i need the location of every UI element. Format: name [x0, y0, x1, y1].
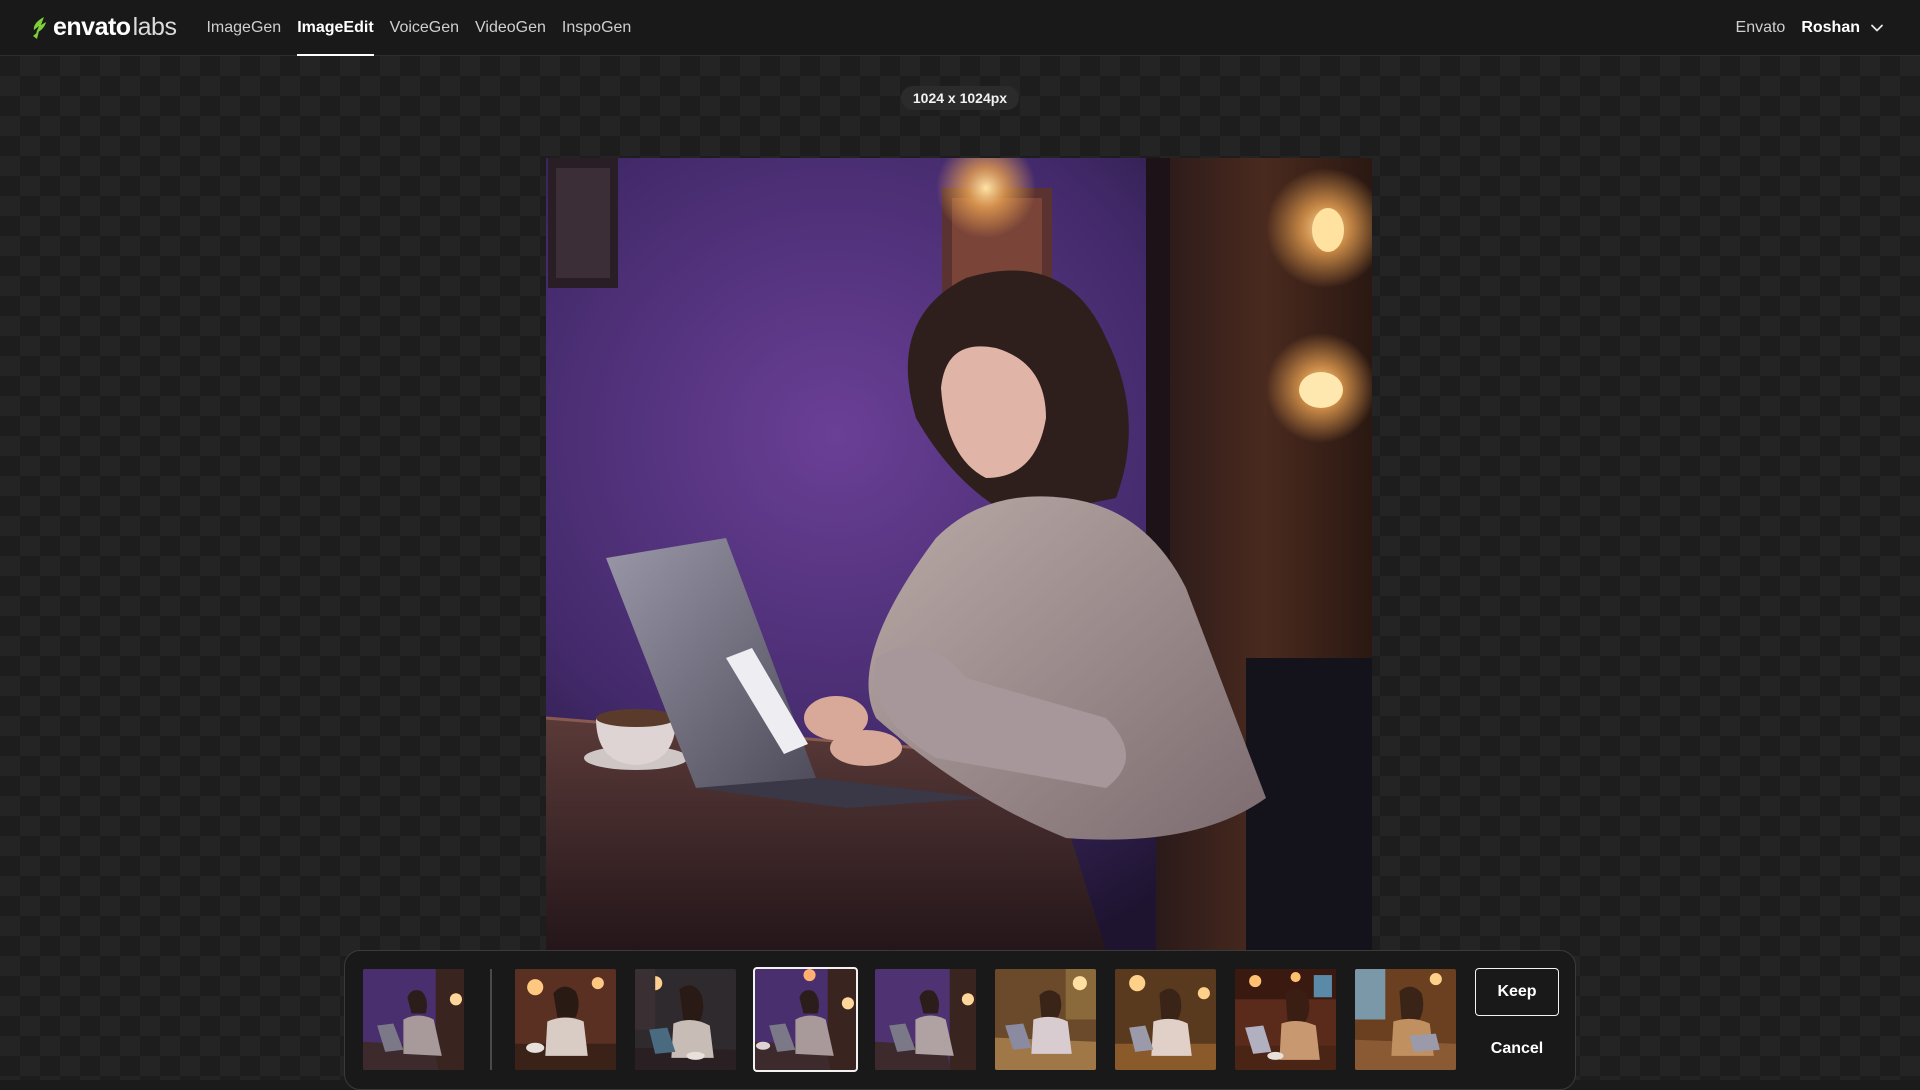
thumbnail-variation-5[interactable]: [995, 969, 1096, 1070]
thumbnail-variation-8[interactable]: [1355, 969, 1456, 1070]
nav-tab-videogen[interactable]: VideoGen: [467, 0, 554, 56]
filmstrip-divider: [490, 969, 492, 1070]
thumbnail-image: [995, 969, 1096, 1070]
thumbnail-image: [515, 969, 616, 1070]
thumbnail-original[interactable]: [363, 969, 464, 1070]
dimensions-badge: 1024 x 1024px: [901, 86, 1019, 110]
thumbnail-image: [1355, 969, 1456, 1070]
envato-link[interactable]: Envato: [1736, 19, 1786, 37]
thumbnail-image: [1115, 969, 1216, 1070]
thumbnail-variation-4[interactable]: [875, 969, 976, 1070]
user-menu[interactable]: Roshan: [1801, 19, 1884, 37]
leaf-logo-icon: [33, 16, 46, 39]
logo-text-envato: envato: [53, 13, 131, 41]
thumbnail-image: [635, 969, 736, 1070]
variation-filmstrip: Keep Cancel: [344, 950, 1576, 1090]
nav-tab-voicegen[interactable]: VoiceGen: [382, 0, 467, 56]
nav-tab-inspogen[interactable]: InspoGen: [554, 0, 639, 56]
chevron-down-icon: [1871, 24, 1883, 32]
cafe-photo-illustration: [546, 158, 1372, 950]
thumbnail-variation-7[interactable]: [1235, 969, 1336, 1070]
cancel-button[interactable]: Cancel: [1475, 1033, 1559, 1065]
logo-text-labs: labs: [132, 13, 177, 41]
nav-tab-imagegen[interactable]: ImageGen: [198, 0, 289, 56]
top-navigation-bar: envato labs ImageGen ImageEdit VoiceGen …: [0, 0, 1920, 56]
main-nav: ImageGen ImageEdit VoiceGen VideoGen Ins…: [198, 0, 639, 56]
thumbnail-variation-2[interactable]: [635, 969, 736, 1070]
user-name: Roshan: [1801, 19, 1860, 36]
thumbnail-variation-6[interactable]: [1115, 969, 1216, 1070]
keep-button[interactable]: Keep: [1475, 968, 1559, 1016]
thumbnail-image: [1235, 969, 1336, 1070]
thumbnail-image: [755, 969, 856, 1070]
nav-tab-imageedit[interactable]: ImageEdit: [289, 0, 381, 56]
thumbnail-variation-3-selected[interactable]: [753, 967, 858, 1072]
thumbnail-variation-1[interactable]: [515, 969, 616, 1070]
header-right: Envato Roshan: [1736, 0, 1884, 56]
thumbnail-image: [363, 969, 464, 1070]
thumbnail-image: [875, 969, 976, 1070]
envato-labs-logo[interactable]: envato labs: [30, 0, 177, 56]
edited-image-preview[interactable]: [546, 158, 1372, 950]
